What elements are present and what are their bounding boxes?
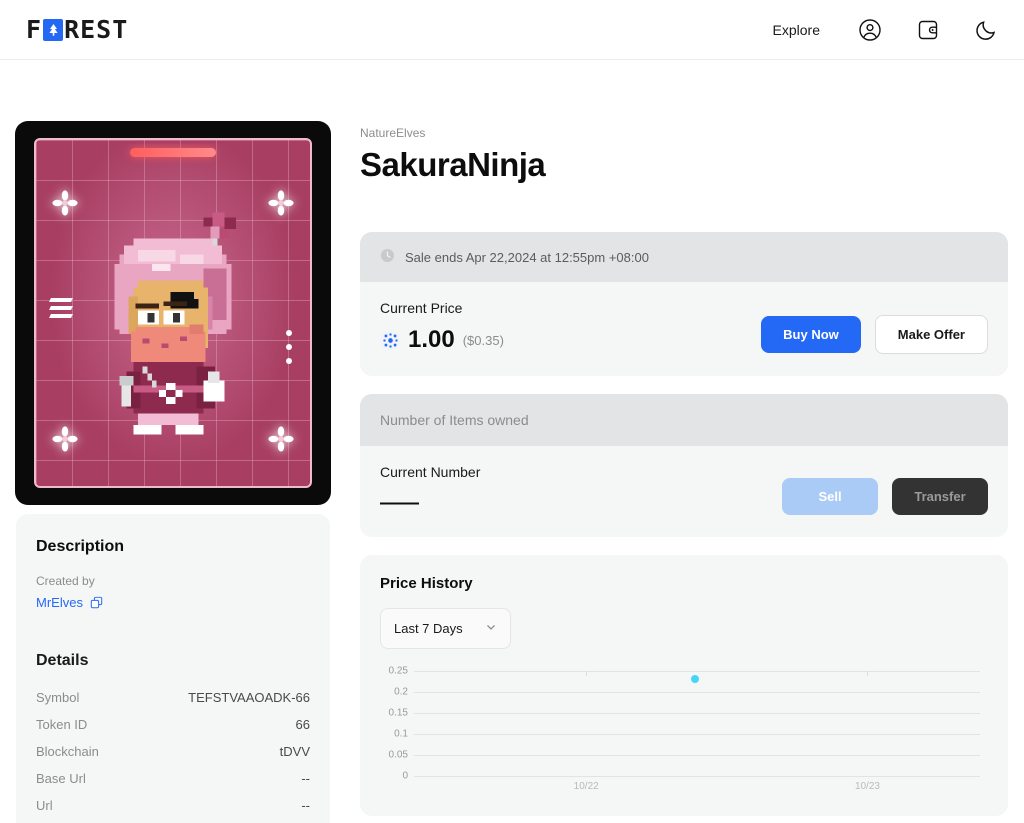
logo-text: F REST bbox=[26, 15, 128, 44]
price-history-title: Price History bbox=[380, 575, 473, 592]
details-title: Details bbox=[36, 652, 89, 669]
creator-row: MrElves bbox=[36, 595, 310, 610]
chart-gridline: 0.2 bbox=[394, 687, 980, 698]
detail-key: Url bbox=[36, 798, 53, 813]
sakura-flower-icon bbox=[268, 426, 294, 452]
creator-link[interactable]: MrElves bbox=[36, 595, 83, 610]
clock-icon bbox=[380, 248, 395, 266]
description-panel: Description Created by MrElves Details S… bbox=[16, 514, 330, 823]
price-body: Current Price 1.00 ($0.35) Buy Now Make … bbox=[360, 282, 1008, 376]
chart-gridline: 0.15 bbox=[389, 708, 980, 719]
sakura-flower-icon bbox=[268, 190, 294, 216]
chart-plot-area: 0.25 0.2 0.15 0.1 0.05 0 10/22 10/23 bbox=[389, 666, 988, 792]
chart-data-point[interactable] bbox=[691, 675, 700, 684]
artwork-decor-dots bbox=[286, 330, 292, 364]
current-price-label: Current Price bbox=[380, 300, 463, 316]
left-column: Description Created by MrElves Details S… bbox=[16, 122, 330, 823]
chart-x-tickmark bbox=[586, 671, 588, 676]
buy-now-button[interactable]: Buy Now bbox=[761, 316, 861, 353]
chart-gridline: 0.1 bbox=[394, 729, 980, 740]
detail-value: 66 bbox=[295, 717, 310, 732]
artwork-frame bbox=[34, 138, 312, 488]
detail-value: -- bbox=[301, 771, 310, 786]
chart-gridline: 0.25 bbox=[389, 666, 980, 677]
chart-gridline: 0 bbox=[402, 771, 980, 782]
nav-explore[interactable]: Explore bbox=[767, 22, 826, 38]
chart-y-tick-label: 0.1 bbox=[394, 728, 408, 740]
sale-banner-text: Sale ends Apr 22,2024 at 12:55pm +08:00 bbox=[405, 249, 649, 265]
detail-value: tDVV bbox=[279, 744, 310, 759]
time-range-value: Last 7 Days bbox=[394, 621, 463, 636]
detail-row-token-id: Token ID 66 bbox=[36, 711, 310, 738]
created-by-label: Created by bbox=[36, 574, 95, 588]
detail-value: TEFSTVAAOADK-66 bbox=[188, 690, 310, 705]
price-actions: Buy Now Make Offer bbox=[761, 315, 988, 354]
moon-icon[interactable] bbox=[972, 16, 1000, 44]
owned-banner-text: Number of Items owned bbox=[360, 394, 1008, 446]
chart-x-tick-label: 10/23 bbox=[854, 781, 880, 792]
price-value: 1.00 bbox=[408, 326, 455, 353]
nft-character bbox=[114, 212, 236, 435]
nft-artwork[interactable] bbox=[16, 122, 330, 504]
user-circle-icon[interactable] bbox=[856, 16, 884, 44]
chart-x-tick-label: 10/22 bbox=[573, 781, 599, 792]
chart-y-tick-label: 0.05 bbox=[388, 749, 408, 761]
detail-row-url: Url -- bbox=[36, 792, 310, 819]
collection-name[interactable]: NatureElves bbox=[360, 126, 1008, 140]
owned-actions: Sell Transfer bbox=[782, 478, 988, 515]
chart-y-tick-label: 0.2 bbox=[394, 686, 408, 698]
price-history-chart: 0.25 0.2 0.15 0.1 0.05 0 10/22 10/23 bbox=[380, 666, 988, 796]
detail-key: Base Url bbox=[36, 771, 86, 786]
sale-banner: Sale ends Apr 22,2024 at 12:55pm +08:00 bbox=[360, 232, 1008, 282]
current-number-value: —— bbox=[380, 492, 419, 514]
artwork-decor-bars bbox=[49, 298, 73, 318]
sale-card: Sale ends Apr 22,2024 at 12:55pm +08:00 … bbox=[360, 232, 1008, 376]
chart-x-tickmark bbox=[867, 671, 869, 676]
price-usd-value: ($0.35) bbox=[462, 332, 504, 348]
chevron-down-icon bbox=[485, 621, 497, 636]
detail-row-base-url: Base Url -- bbox=[36, 765, 310, 792]
wallet-icon[interactable] bbox=[914, 16, 942, 44]
sakura-flower-icon bbox=[52, 190, 78, 216]
detail-row-blockchain: Blockchain tDVV bbox=[36, 738, 310, 765]
price-row: 1.00 ($0.35) bbox=[380, 326, 761, 354]
page-title: SakuraNinja bbox=[360, 146, 546, 183]
owned-body: Current Number —— Sell Transfer bbox=[360, 446, 1008, 537]
current-number-label: Current Number bbox=[380, 464, 481, 480]
chart-y-tick-label: 0.25 bbox=[388, 665, 408, 677]
brand-logo[interactable]: F REST bbox=[26, 15, 128, 44]
chart-y-tick-label: 0 bbox=[402, 770, 408, 782]
sakura-flower-icon bbox=[52, 426, 78, 452]
logo-text-suffix: REST bbox=[64, 15, 129, 44]
logo-text-prefix: F bbox=[26, 15, 43, 44]
detail-key: Token ID bbox=[36, 717, 88, 732]
page-content: Description Created by MrElves Details S… bbox=[0, 60, 1024, 823]
sell-button[interactable]: Sell bbox=[782, 478, 878, 515]
chart-y-tick-label: 0.15 bbox=[388, 707, 408, 719]
header-actions: Explore bbox=[767, 16, 1000, 44]
transfer-button[interactable]: Transfer bbox=[892, 478, 988, 515]
detail-key: Symbol bbox=[36, 690, 80, 705]
make-offer-button[interactable]: Make Offer bbox=[874, 315, 988, 354]
artwork-top-bar bbox=[130, 148, 216, 157]
chart-gridline: 0.05 bbox=[389, 750, 980, 761]
detail-row-symbol: Symbol TEFSTVAAOADK-66 bbox=[36, 684, 310, 711]
aelf-token-icon bbox=[380, 330, 400, 350]
right-column: NatureElves SakuraNinja Sale ends Apr 22… bbox=[360, 122, 1008, 823]
copy-icon[interactable] bbox=[90, 596, 103, 609]
owned-info: Current Number —— bbox=[380, 464, 782, 515]
tree-icon bbox=[43, 18, 64, 41]
price-info: Current Price 1.00 ($0.35) bbox=[380, 300, 761, 354]
detail-value: -- bbox=[301, 798, 310, 813]
price-history-card: Price History Last 7 Days 0.25 0.2 0.15 0.1… bbox=[360, 555, 1008, 816]
description-title: Description bbox=[36, 538, 125, 555]
owned-card: Number of Items owned Current Number —— … bbox=[360, 394, 1008, 537]
time-range-select[interactable]: Last 7 Days bbox=[380, 608, 511, 649]
detail-key: Blockchain bbox=[36, 744, 99, 759]
app-header: F REST Explore bbox=[0, 0, 1024, 60]
